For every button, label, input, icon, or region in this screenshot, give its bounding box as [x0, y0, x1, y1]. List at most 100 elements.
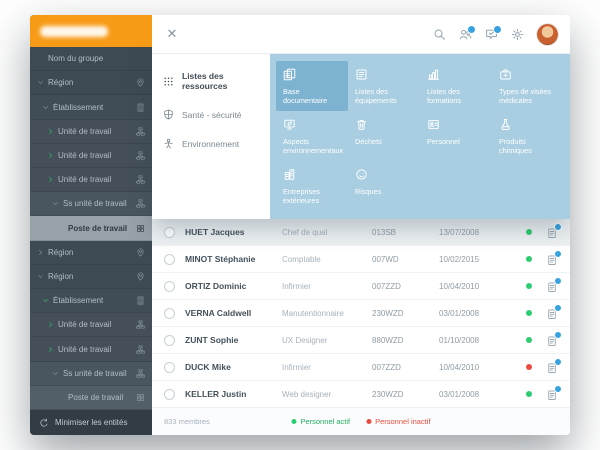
sidebar-item-label: Région [48, 78, 74, 88]
minimize-entities-button[interactable]: Minimiser les entités [30, 410, 152, 435]
row-document-button[interactable] [546, 277, 562, 292]
orgchart-icon [136, 175, 145, 184]
menu-tile-personnel[interactable]: Personnel [420, 111, 492, 161]
sidebar-item-unite-de-travail[interactable]: Unité de travail [30, 119, 152, 144]
row-select-radio[interactable] [164, 280, 175, 292]
sidebar-item-label: Unité de travail [58, 126, 112, 136]
documents-icon [283, 68, 296, 81]
row-document-button[interactable] [546, 331, 562, 346]
sidebar-item-unite-de-travail[interactable]: Unité de travail [30, 313, 152, 338]
table-row: ZUNT Sophie UX Designer 880WZD 01/10/200… [152, 327, 570, 354]
topbar: ✕ [152, 15, 570, 54]
sidebar: Nom du groupe Région Établissement Unité… [30, 15, 152, 435]
equipment-icon [355, 68, 368, 81]
topbar-icons [433, 24, 524, 41]
menu-tile-risques[interactable]: Risques [348, 161, 420, 211]
sidebar-item-ss-unite-de-travail[interactable]: Ss unité de travail [30, 361, 152, 386]
sidebar-item-region[interactable]: Région [30, 241, 152, 265]
sidebar-item-poste-de-travail[interactable]: Poste de travail [30, 385, 152, 411]
gear-button[interactable] [511, 28, 524, 41]
row-select-radio[interactable] [164, 388, 175, 400]
menu-tile-dechets[interactable]: Déchets [348, 111, 420, 161]
menu-tile-listes-des-equipements[interactable]: Listes des équipements [348, 61, 420, 111]
member-date: 10/04/2010 [439, 362, 480, 372]
menu-item-environnement[interactable]: Environnement [152, 129, 270, 158]
menu-tile-listes-des-formations[interactable]: Listes des formations [420, 61, 492, 111]
table-row: VERNA Caldwell Manutentionnaire 230WZD 0… [152, 300, 570, 327]
content-area: HUET Jacques Chef de qual 013SB 13/07/20… [152, 54, 570, 435]
menu-tile-types-de-visites-medicales[interactable]: Types de visites médicales [492, 61, 564, 111]
row-select-radio[interactable] [164, 334, 175, 346]
menu-item-sante-securite[interactable]: Santé - sécurité [152, 100, 270, 129]
sidebar-item-label: Établissement [53, 296, 104, 306]
status-dot [526, 229, 532, 235]
search-button[interactable] [433, 28, 446, 41]
shield-icon [163, 109, 174, 120]
badge [554, 385, 562, 393]
chevron-right-icon [47, 152, 54, 159]
row-select-radio[interactable] [164, 226, 175, 238]
menu-item-listes-des-ressources[interactable]: Listes des ressources [152, 62, 270, 100]
app-logo [30, 15, 152, 47]
member-name: ZUNT Sophie [185, 335, 239, 345]
menu-tile-produits-chimiques[interactable]: Produits chimiques [492, 111, 564, 161]
sidebar-item-label: Région [48, 247, 74, 257]
table-row: DUCK Mike Infirmier 007ZZD 10/04/2010 [152, 354, 570, 381]
status-dot [526, 337, 532, 343]
sidebar-item-etablissement[interactable]: Établissement [30, 289, 152, 314]
row-document-button[interactable] [546, 223, 562, 238]
member-role: UX Designer [282, 335, 328, 345]
menu-tile-aspects-environnementaux[interactable]: Aspects environnementaux [276, 111, 348, 161]
member-role: Infirmier [282, 362, 311, 372]
sidebar-item-nom-du-groupe[interactable]: Nom du groupe [30, 47, 152, 72]
sidebar-item-unite-de-travail[interactable]: Unité de travail [30, 143, 152, 169]
sidebar-item-label: Poste de travail [68, 392, 124, 402]
menu-tile-label: Risques [355, 187, 382, 197]
sidebar-item-region[interactable]: Région [30, 265, 152, 290]
legend-active-label: Personnel actif [300, 417, 351, 426]
personnel-icon [427, 118, 440, 131]
building-icon [136, 296, 145, 305]
orgchart-icon [136, 151, 145, 160]
row-select-radio[interactable] [164, 307, 175, 319]
sidebar-item-ss-unite-de-travail[interactable]: Ss unité de travail [30, 192, 152, 217]
sidebar-item-unite-de-travail[interactable]: Unité de travail [30, 337, 152, 362]
sidebar-item-region[interactable]: Région [30, 71, 152, 96]
menu-tile-base-documentaire[interactable]: Base documentaire [276, 61, 348, 111]
sidebar-item-unite-de-travail[interactable]: Unité de travail [30, 168, 152, 193]
personnel-table: HUET Jacques Chef de qual 013SB 13/07/20… [152, 219, 570, 408]
badge [554, 250, 562, 258]
table-row: HUET Jacques Chef de qual 013SB 13/07/20… [152, 219, 570, 246]
sidebar-item-label: Poste de travail [68, 223, 128, 233]
menu-tile-label: Entreprises extérieures [283, 187, 320, 206]
users-button[interactable] [459, 24, 476, 41]
member-date: 10/04/2010 [439, 281, 480, 291]
row-document-button[interactable] [546, 304, 562, 319]
avatar[interactable] [537, 23, 558, 45]
person-icon [163, 138, 174, 149]
row-document-button[interactable] [546, 385, 562, 400]
topbar-actions [433, 23, 570, 45]
pin-icon [136, 248, 145, 257]
workstation-icon [136, 393, 145, 402]
chevron-right-icon [37, 249, 44, 256]
menu-tile-label: Base documentaire [283, 87, 328, 106]
member-name: HUET Jacques [185, 227, 245, 237]
row-document-button[interactable] [546, 250, 562, 265]
row-select-radio[interactable] [164, 253, 175, 265]
menu-item-label: Santé - sécurité [182, 109, 242, 120]
messages-button[interactable] [485, 24, 502, 41]
notification-badge [467, 24, 476, 34]
row-select-radio[interactable] [164, 361, 175, 373]
row-document-button[interactable] [546, 358, 562, 373]
chevron-right-icon [47, 128, 54, 135]
grid-icon [163, 76, 174, 87]
member-role: Comptable [282, 254, 321, 264]
sidebar-item-poste-de-travail[interactable]: Poste de travail [30, 216, 152, 241]
minimize-entities-label: Minimiser les entités [55, 418, 128, 427]
status-dot [526, 364, 532, 370]
risks-icon [355, 168, 368, 181]
menu-tile-entreprises-exterieures[interactable]: Entreprises extérieures [276, 161, 348, 211]
sidebar-item-etablissement[interactable]: Établissement [30, 95, 152, 120]
close-menu-button[interactable]: ✕ [152, 26, 192, 42]
